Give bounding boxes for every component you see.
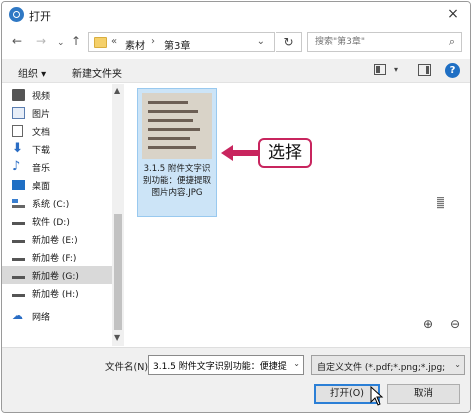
chevron-down-icon[interactable]: ⌄ (257, 36, 265, 47)
download-icon: ⬇ (12, 141, 23, 156)
drive-icon (12, 236, 25, 243)
sidebar-item-label: 桌面 (32, 182, 51, 192)
address-bar[interactable]: « 素材 › 第3章 ⌄ (88, 32, 275, 52)
breadcrumb-separator[interactable]: › (151, 36, 155, 47)
sidebar-item-label: 新加卷 (G:) (32, 272, 79, 282)
sidebar-item-label: 视频 (32, 92, 51, 102)
sidebar-item-drive-c[interactable]: 系统 (C:) (2, 194, 112, 212)
sidebar-item-label: 网络 (32, 313, 51, 323)
app-icon (9, 7, 24, 22)
drive-icon (12, 218, 25, 225)
scroll-grip-icon (437, 197, 444, 209)
system-drive-icon (12, 199, 25, 208)
sidebar-item-label: 软件 (D:) (32, 218, 70, 228)
file-name: 3.1.5 附件文字识别功能：便捷提取图片内容.JPG (142, 164, 211, 198)
organize-menu[interactable]: 组织 ▾ (18, 65, 46, 80)
search-input[interactable] (308, 33, 438, 51)
filetype-value: 自定义文件 (*.pdf;*.png;*.jpg; (317, 363, 446, 373)
sidebar-item-videos[interactable]: 视频 (2, 86, 112, 104)
open-file-dialog: 打开 × ← → ⌄ ↑ « 素材 › 第3章 ⌄ ↻ ⌕ 组织 ▾ 新建文件夹… (1, 1, 471, 413)
filename-field[interactable] (149, 356, 289, 374)
sidebar-item-label: 系统 (C:) (32, 200, 70, 210)
sidebar-item-label: 音乐 (32, 164, 51, 174)
desktop-icon (12, 180, 25, 190)
zoom-out-icon[interactable]: ⊖ (450, 317, 460, 331)
scroll-down-icon[interactable]: ▼ (114, 333, 120, 342)
refresh-button[interactable]: ↻ (276, 32, 302, 52)
sidebar-item-drive-f[interactable]: 新加卷 (F:) (2, 248, 112, 266)
file-list: 3.1.5 附件文字识别功能：便捷提取图片内容.JPG 选择 ⊕ ⊖ (126, 84, 470, 346)
toolbar: 组织 ▾ 新建文件夹 ▾ ? (2, 59, 470, 83)
scroll-thumb[interactable] (114, 214, 122, 330)
sidebar-item-label: 新加卷 (F:) (32, 254, 77, 264)
drive-icon (12, 254, 25, 261)
sidebar-item-documents[interactable]: 文档 (2, 122, 112, 140)
forward-button[interactable]: → (36, 34, 46, 48)
sidebar-item-downloads[interactable]: ⬇ 下载 (2, 140, 112, 158)
callout-label: 选择 (258, 138, 312, 168)
sidebar-item-label: 文档 (32, 128, 51, 138)
filename-combo[interactable]: ⌄ (148, 355, 304, 375)
breadcrumb-overflow[interactable]: « (111, 36, 117, 47)
drive-icon (12, 272, 25, 279)
sidebar-item-music[interactable]: ♪ 音乐 (2, 158, 112, 176)
dialog-title: 打开 (29, 10, 51, 23)
documents-icon (12, 125, 23, 137)
file-thumbnail (142, 93, 212, 159)
sidebar-item-label: 图片 (32, 110, 51, 120)
preview-pane-icon[interactable] (418, 64, 431, 76)
network-icon: ☁ (12, 309, 23, 322)
drive-icon (12, 290, 25, 297)
scroll-up-icon[interactable]: ▲ (114, 86, 120, 95)
chevron-down-icon[interactable]: ⌄ (454, 360, 461, 369)
music-icon: ♪ (12, 159, 21, 174)
sidebar-item-drive-d[interactable]: 软件 (D:) (2, 212, 112, 230)
breadcrumb-item[interactable]: 素材 (125, 37, 145, 52)
sidebar-item-network[interactable]: ☁ 网络 (2, 307, 112, 325)
new-folder-button[interactable]: 新建文件夹 (72, 65, 122, 80)
sidebar-item-drive-g[interactable]: 新加卷 (G:) (2, 266, 112, 284)
callout-arrow-icon (221, 145, 258, 161)
address-row: ← → ⌄ ↑ « 素材 › 第3章 ⌄ ↻ ⌕ (2, 29, 470, 55)
sidebar-item-pictures[interactable]: 图片 (2, 104, 112, 122)
sidebar-item-label: 新加卷 (E:) (32, 236, 78, 246)
back-button[interactable]: ← (12, 34, 22, 48)
sidebar-item-label: 新加卷 (H:) (32, 290, 79, 300)
video-icon (12, 89, 25, 101)
folder-icon (94, 37, 107, 48)
pictures-icon (12, 107, 25, 119)
zoom-in-icon[interactable]: ⊕ (423, 317, 433, 331)
dialog-footer: 文件名(N): ⌄ 自定义文件 (*.pdf;*.png;*.jpg; ⌄ 打开… (2, 347, 470, 412)
cancel-button[interactable]: 取消 (387, 384, 460, 404)
sidebar-item-drive-e[interactable]: 新加卷 (E:) (2, 230, 112, 248)
file-item[interactable]: 3.1.5 附件文字识别功能：便捷提取图片内容.JPG (137, 88, 217, 217)
close-button[interactable]: × (444, 5, 462, 23)
search-box[interactable]: ⌕ (307, 32, 462, 52)
breadcrumb-item[interactable]: 第3章 (164, 37, 190, 52)
navigation-pane: 视频 图片 文档 ⬇ 下载 ♪ 音乐 桌面 系统 (C:) 软件 (D:) 新加… (2, 84, 124, 346)
title-bar: 打开 × (2, 2, 470, 28)
recent-locations-button[interactable]: ⌄ (57, 36, 65, 50)
sidebar-item-label: 下载 (32, 146, 51, 156)
search-icon: ⌕ (448, 35, 455, 48)
up-button[interactable]: ↑ (71, 34, 81, 48)
sidebar-item-drive-h[interactable]: 新加卷 (H:) (2, 284, 112, 302)
view-icon[interactable] (374, 64, 386, 75)
sidebar-item-desktop[interactable]: 桌面 (2, 176, 112, 194)
filename-label: 文件名(N): (105, 362, 152, 373)
mouse-cursor-icon (370, 386, 384, 406)
chevron-down-icon[interactable]: ⌄ (293, 359, 300, 368)
view-dropdown[interactable]: ▾ (394, 65, 398, 74)
help-icon[interactable]: ? (445, 63, 460, 78)
filetype-select[interactable]: 自定义文件 (*.pdf;*.png;*.jpg; ⌄ (311, 355, 465, 375)
sidebar-scrollbar[interactable]: ▲ ▼ (112, 84, 124, 346)
